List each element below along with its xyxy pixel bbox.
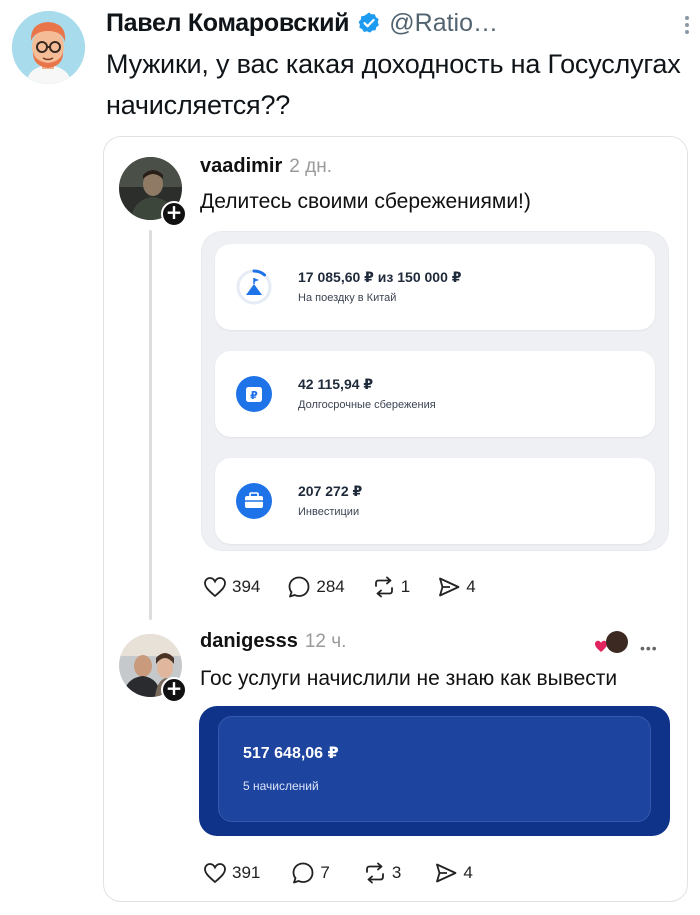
reply-time: 12 ч. — [304, 631, 347, 652]
comment-icon — [288, 576, 310, 598]
saving-amount: 17 085,60 ₽ из 150 000 ₽ — [298, 269, 462, 285]
comment-button[interactable]: 7 — [290, 860, 330, 886]
saving-label: Инвестиции — [298, 506, 360, 518]
author-avatar[interactable] — [12, 11, 85, 84]
balance-inner — [218, 716, 651, 822]
saving-amount: 42 115,94 ₽ — [298, 376, 374, 392]
share-button[interactable]: 4 — [433, 860, 473, 886]
heart-icon — [204, 863, 226, 884]
balance-amount: 517 648,06 ₽ — [243, 745, 339, 762]
author-mini-avatar — [606, 631, 628, 653]
reply-header: danigesss 12 ч. — [200, 630, 346, 653]
like-button[interactable]: 391 — [202, 860, 260, 886]
travel-goal-icon — [236, 269, 272, 305]
like-button[interactable]: 394 — [202, 574, 260, 600]
comment-count: 284 — [316, 577, 345, 596]
comment-count: 7 — [320, 863, 330, 882]
repost-button[interactable]: 3 — [362, 860, 401, 886]
briefcase-icon — [236, 483, 272, 519]
reply-meta: ••• — [590, 628, 680, 658]
cartoon-person-avatar-icon — [12, 11, 85, 84]
post-action-bar: 394 284 1 4 — [202, 574, 502, 600]
tweet-text: Мужики, у вас какая доходность на Госусл… — [106, 49, 681, 120]
ruble-wallet-icon: ₽ — [236, 376, 272, 412]
saving-label: Долгосрочные сбережения — [298, 399, 436, 411]
reply-more-icon[interactable]: ••• — [640, 640, 658, 656]
reply-text: Гос услуги начислили не знаю как вывести — [200, 667, 618, 690]
like-count: 391 — [232, 863, 261, 882]
repost-button[interactable]: 1 — [371, 574, 410, 600]
reply-action-bar: 391 7 3 4 — [202, 860, 499, 886]
saving-card-travel[interactable]: 17 085,60 ₽ из 150 000 ₽ На поездку в Ки… — [215, 244, 655, 330]
post-time: 2 дн. — [289, 156, 332, 177]
share-count: 4 — [466, 577, 476, 596]
repost-icon — [374, 576, 393, 598]
author-name[interactable]: Павел Комаровский — [106, 9, 350, 38]
svg-text:₽: ₽ — [250, 389, 258, 402]
tweet-header: Павел Комаровский @Ratio… — [106, 5, 686, 41]
repost-count: 1 — [400, 577, 411, 596]
send-icon — [439, 577, 460, 597]
balance-label: 5 начислений — [243, 779, 319, 793]
share-count: 4 — [463, 863, 473, 882]
send-icon — [436, 863, 457, 883]
saving-label: На поездку в Китай — [298, 292, 397, 304]
thread-line — [149, 230, 152, 620]
saving-amount: 207 272 ₽ — [298, 483, 363, 499]
heart-icon — [204, 577, 226, 598]
comment-button[interactable]: 284 — [286, 574, 345, 600]
verified-badge-icon — [358, 12, 380, 33]
share-button[interactable]: 4 — [436, 574, 476, 600]
post-text: Делитесь своими сбережениями!) — [200, 190, 531, 213]
repost-icon — [365, 862, 384, 884]
saving-card-investments[interactable]: 207 272 ₽ Инвестиции — [215, 458, 655, 544]
reply-username[interactable]: danigesss — [200, 630, 298, 653]
post-header: vaadimir 2 дн. — [200, 155, 332, 178]
saving-card-longterm[interactable]: ₽ 42 115,94 ₽ Долгосрочные сбережения — [215, 351, 655, 437]
like-count: 394 — [232, 577, 261, 596]
author-handle[interactable]: @Ratio… — [389, 9, 498, 38]
repost-count: 3 — [391, 863, 402, 882]
follow-plus-icon[interactable]: + — [161, 677, 187, 703]
follow-plus-icon[interactable]: + — [161, 201, 187, 227]
more-options-icon[interactable] — [684, 14, 690, 38]
comment-icon — [292, 862, 314, 884]
post-username[interactable]: vaadimir — [200, 155, 282, 178]
